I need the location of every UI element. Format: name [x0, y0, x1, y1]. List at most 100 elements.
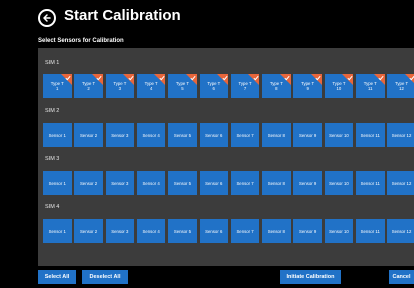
sensor-label: Sensor 10 — [329, 132, 349, 138]
sensor-tile[interactable]: Sensor 1 — [43, 171, 72, 195]
sensor-label: Sensor 1 — [48, 132, 66, 138]
sensor-tile[interactable]: Sensor 5 — [168, 123, 197, 147]
sensor-tile[interactable]: Sensor 3 — [105, 171, 135, 195]
sensor-tile[interactable]: Type T6 — [199, 74, 228, 98]
sensor-tile[interactable]: Sensor 1 — [43, 219, 72, 243]
sensor-tile[interactable]: Sensor 7 — [230, 123, 260, 147]
sensor-number: 10 — [336, 86, 342, 91]
page-title: Start Calibration — [64, 7, 181, 24]
sensor-tile[interactable]: Sensor 9 — [293, 123, 322, 147]
sensor-tile[interactable]: Type T9 — [293, 74, 322, 98]
sensor-tile[interactable]: Sensor 5 — [168, 219, 197, 243]
sensor-number: 11 — [368, 86, 373, 91]
sensor-tile[interactable]: Sensor 12 — [387, 171, 414, 195]
sensor-label: Sensor 12 — [391, 132, 412, 138]
sensor-label: Sensor 7 — [236, 180, 254, 186]
checkmark-icon — [310, 74, 322, 85]
sensor-tile[interactable]: Sensor 2 — [74, 123, 103, 147]
checkmark-icon — [91, 74, 103, 85]
sensor-tile[interactable]: Sensor 1 — [43, 123, 72, 147]
sensor-tile[interactable]: Sensor 7 — [230, 219, 260, 243]
sensor-label: Sensor 2 — [79, 228, 98, 234]
sensor-tile[interactable]: Sensor 11 — [356, 219, 385, 243]
sensor-label: Sensor 11 — [360, 180, 380, 186]
sensor-tile[interactable]: Sensor 6 — [199, 123, 228, 147]
sensor-tile[interactable]: Sensor 10 — [324, 219, 354, 243]
sensor-label: Sensor 8 — [267, 132, 285, 138]
sensor-label: Sensor 10 — [329, 180, 349, 186]
sensor-tile[interactable]: Sensor 8 — [262, 123, 291, 147]
checkmark-icon — [217, 74, 228, 85]
sim-row-4: Sensor 1 Sensor 2 Sensor 3 Sensor 4 Sensor 5… — [43, 219, 414, 243]
sensor-tile[interactable]: Sensor 2 — [74, 219, 103, 243]
sensor-tile[interactable]: Sensor 2 — [74, 171, 103, 195]
sensor-tile[interactable]: Sensor 12 — [387, 219, 414, 243]
sensor-tile[interactable]: Sensor 10 — [324, 171, 354, 195]
sensor-tile[interactable]: Sensor 3 — [105, 123, 135, 147]
sim-row-1: Type T 1 Type T 2 Type T 3 Type T 4 Type T 5 Type … — [43, 74, 414, 98]
sensor-tile[interactable]: Sensor 11 — [356, 123, 385, 147]
sensor-label: Sensor 2 — [79, 180, 98, 186]
initiate-calibration-button[interactable]: Initiate Calibration — [280, 270, 341, 284]
sensor-label: Sensor 8 — [267, 228, 285, 234]
sensor-number: 1 — [56, 86, 59, 91]
sensor-tile[interactable]: Sensor 6 — [199, 171, 228, 195]
sensor-label: Sensor 12 — [391, 180, 412, 186]
sensor-tile[interactable]: Type T8 — [262, 74, 291, 98]
sensor-label: Sensor 6 — [205, 180, 223, 186]
sensor-tile[interactable]: Sensor 10 — [324, 123, 354, 147]
sensor-label: Sensor 6 — [205, 132, 223, 138]
sim-label-4: SIM 4 — [45, 204, 60, 210]
checkmark-icon — [123, 74, 135, 85]
select-all-button[interactable]: Select All — [38, 270, 76, 284]
sim-label-2: SIM 2 — [45, 108, 60, 114]
sensor-tile[interactable]: Type T4 — [136, 74, 166, 98]
checkmark-icon — [185, 74, 197, 85]
sensor-tile[interactable]: Type T2 — [74, 74, 103, 98]
sensor-tile[interactable]: Sensor 8 — [262, 219, 291, 243]
sensor-tile[interactable]: Sensor 11 — [356, 171, 385, 195]
sensor-tile[interactable]: Sensor 9 — [293, 219, 322, 243]
checkmark-icon — [342, 74, 354, 85]
sensor-tile[interactable]: Sensor 6 — [199, 219, 228, 243]
sensor-tile[interactable]: Sensor 4 — [136, 171, 166, 195]
sensor-label: Sensor 3 — [111, 132, 129, 138]
sensor-label: Sensor 4 — [142, 180, 160, 186]
sensor-label: Sensor 12 — [391, 228, 412, 234]
sensor-tile[interactable]: Sensor 12 — [387, 123, 414, 147]
sensor-label: Sensor 5 — [173, 228, 192, 234]
cancel-button[interactable]: Cancel — [389, 270, 414, 284]
sim-row-2: Sensor 1 Sensor 2 Sensor 3 Sensor 4 Sensor 5… — [43, 123, 414, 147]
checkmark-icon — [373, 74, 385, 85]
sensor-tile[interactable]: Type T 12 — [387, 74, 414, 98]
sensor-selection-panel: SIM 1 Type T 1 Type T 2 Type T 3 Type T 4 Type T… — [38, 48, 414, 266]
sensor-tile[interactable]: Type T 11 — [356, 74, 385, 98]
sensor-number: 4 — [149, 86, 153, 91]
back-arrow-icon[interactable] — [38, 9, 56, 27]
sensor-tile[interactable]: Type T7 — [230, 74, 260, 98]
sensor-label: Sensor 5 — [173, 132, 192, 138]
sensor-label: Sensor 1 — [48, 228, 66, 234]
checkmark-icon — [248, 74, 260, 85]
sensor-tile[interactable]: Type T 10 — [324, 74, 354, 98]
sensor-label: Sensor 9 — [299, 132, 317, 138]
sensor-tile[interactable]: Sensor 3 — [105, 219, 135, 243]
header: Start Calibration — [0, 0, 414, 36]
sensor-label: Sensor 11 — [360, 132, 380, 138]
sensor-label: Sensor 3 — [111, 228, 129, 234]
deselect-all-button[interactable]: Deselect All — [82, 270, 128, 284]
sensor-tile[interactable]: Sensor 9 — [293, 171, 322, 195]
sensor-tile[interactable]: Type T5 — [168, 74, 197, 98]
sensor-tile[interactable]: Sensor 7 — [230, 171, 260, 195]
sensor-tile[interactable]: Sensor 8 — [262, 171, 291, 195]
sensor-tile[interactable]: Sensor 5 — [168, 171, 197, 195]
sim-row-3: Sensor 1 Sensor 2 Sensor 3 Sensor 4 Sensor 5… — [43, 171, 414, 195]
sensor-label: Sensor 6 — [205, 228, 223, 234]
checkmark-icon — [154, 74, 166, 85]
sensor-tile[interactable]: Sensor 4 — [136, 219, 166, 243]
checkmark-icon — [404, 74, 414, 85]
sensor-number: 5 — [181, 86, 184, 91]
sensor-tile[interactable]: Type T3 — [105, 74, 135, 98]
sensor-tile[interactable]: Sensor 4 — [136, 123, 166, 147]
sensor-tile[interactable]: Type T1 — [43, 74, 72, 98]
